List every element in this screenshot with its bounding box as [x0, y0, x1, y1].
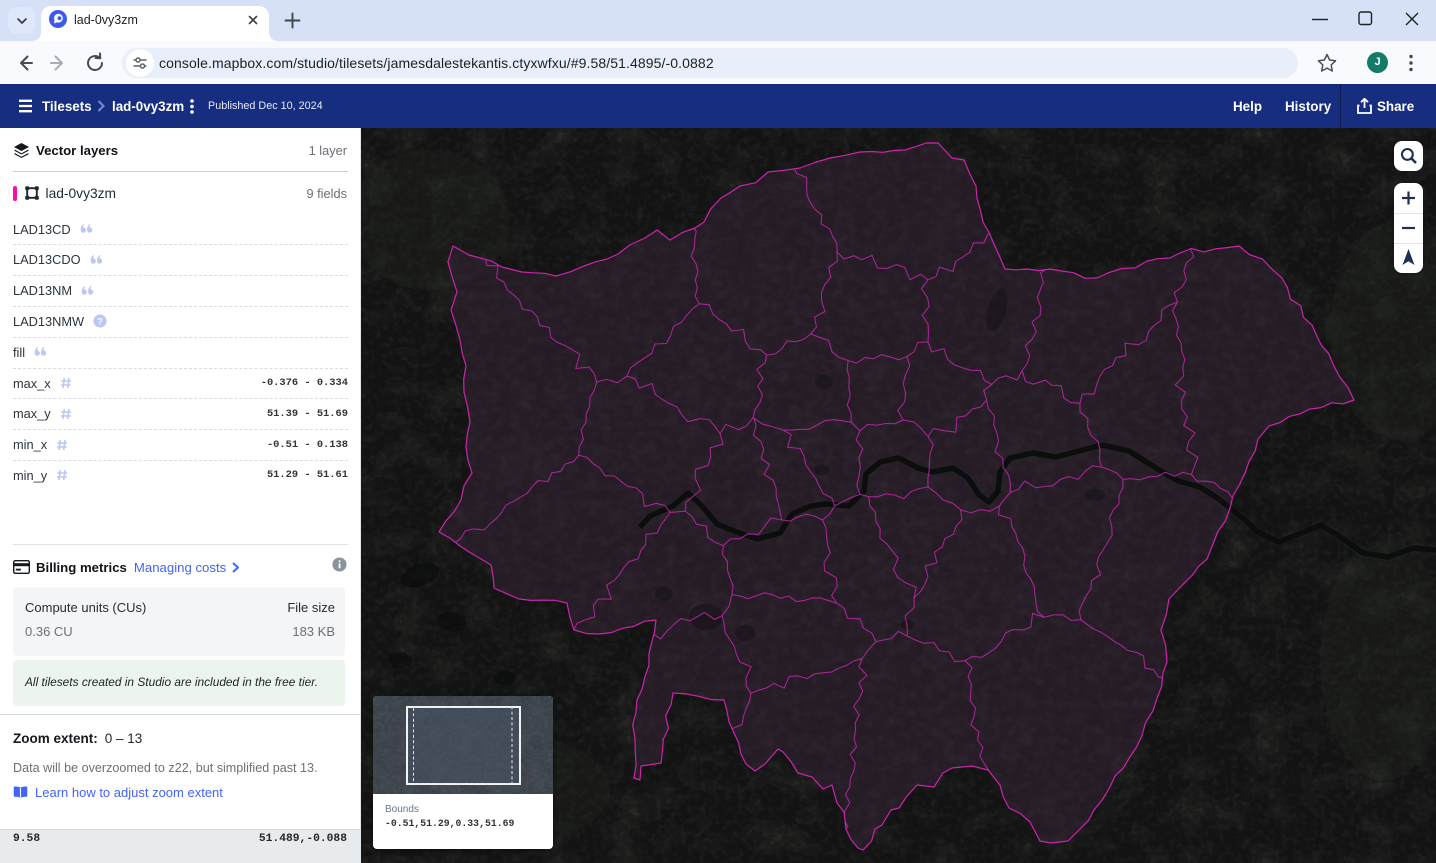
svg-text:?: ?	[97, 317, 103, 328]
